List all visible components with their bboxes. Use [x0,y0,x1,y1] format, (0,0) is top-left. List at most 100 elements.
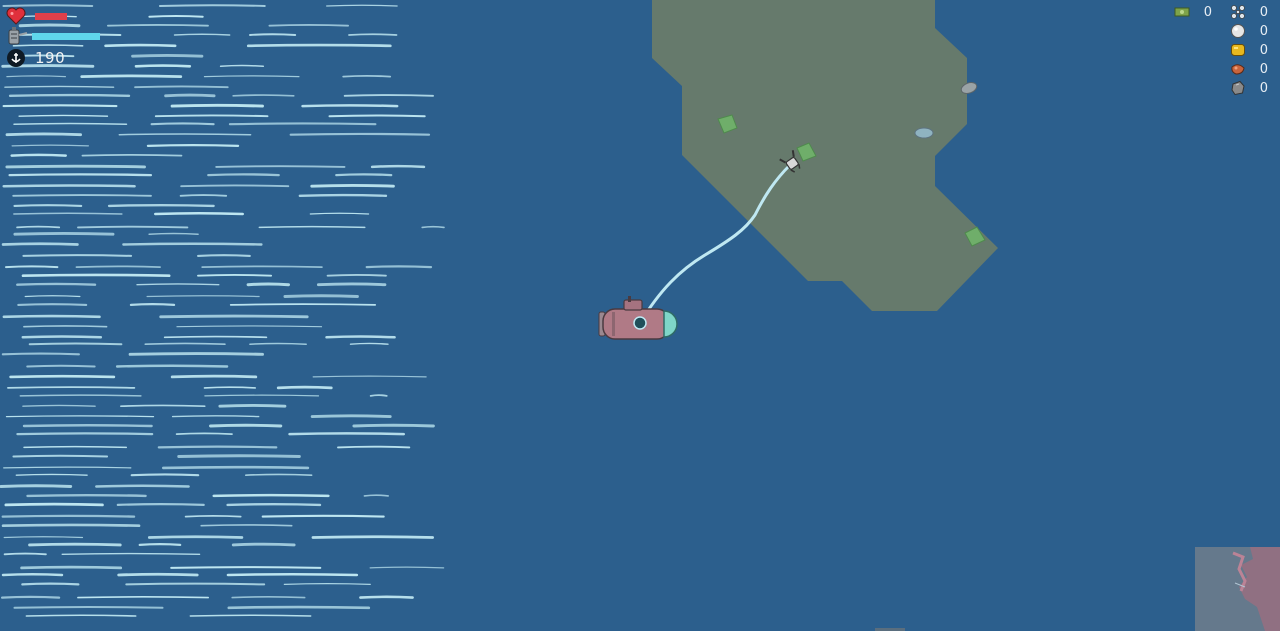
wave-streak [245,473,313,476]
wave-streak [12,194,152,197]
wave-streak [349,342,389,345]
health-bar-fill [35,12,67,20]
wave-streak [328,114,426,118]
wave-streak [61,552,201,555]
wave-streak [200,524,293,527]
wave-streak [1,352,80,356]
wave-streak [311,535,434,539]
wave-streak [164,93,216,98]
wave-streak [310,184,395,188]
wave-streak [0,595,61,599]
wave-streak [21,335,103,339]
oxygen-row [7,27,104,45]
wave-streak [226,502,322,507]
wave-streak [310,414,392,419]
health-row [6,7,75,25]
wave-streak [365,265,433,269]
wave-streak [3,552,47,556]
pearl-count: 0 [1259,23,1268,39]
wave-streak [116,503,205,506]
wave-streak [2,104,118,108]
wave-streak [80,74,183,78]
wave-streak [75,265,161,268]
wave-streak [261,514,385,518]
wave-streak [159,314,309,319]
wave-streak [203,386,256,389]
wave-streak [421,225,445,229]
wave-streak [138,543,182,546]
wave-streak [209,423,283,428]
wave-streak [231,596,306,599]
wave-streak [148,232,199,235]
wave-streak [8,93,131,97]
wave-streak [21,582,80,586]
wave-streak [7,386,136,389]
wave-streak [147,535,244,539]
scrap-count: 0 [1259,4,1268,20]
stone-count: 0 [1259,80,1268,96]
wave-streak [77,596,209,599]
wave-streak [298,193,388,197]
wave-streak [28,542,122,547]
wave-streak [219,64,265,68]
wave-streak [81,154,183,157]
wave-streak [144,342,226,346]
wave-streak [17,303,88,306]
wave-streak [246,43,392,48]
gold-count: 0 [1259,42,1268,58]
wave-streak [131,54,204,58]
wave-streak [179,194,228,197]
wave-streak [1,572,64,577]
wave-streak [21,273,171,277]
wave-streak [283,294,359,298]
wave-streak [268,24,349,27]
wave-streak [370,164,426,169]
wave-streak [359,595,414,599]
resource-scrap: 0 [1230,3,1268,21]
wave-streak [28,342,123,346]
wave-streak [197,274,273,277]
wave-streak [201,265,323,268]
game-viewport[interactable]: 190 0 0 0 0 0 0 [0,0,1280,631]
wave-streak [229,303,377,306]
wave-streak [148,14,204,18]
wave-streak [335,173,393,177]
depth-row: 190 [7,49,65,67]
cash-icon [1174,7,1190,17]
wave-streak [2,4,94,8]
wave-streak [207,173,280,177]
wave-streak [246,282,290,287]
wave-streak [25,614,137,617]
wave-streak [118,133,252,136]
resource-money: 0 [1174,3,1212,21]
wave-streak [184,515,242,518]
wave-streak [107,203,215,208]
wave-streak [16,225,61,229]
wave-streak [1,514,136,518]
minimap[interactable] [1195,547,1280,631]
wave-streak [212,493,330,498]
wave-streak [150,122,215,126]
copper-ore-icon [1231,64,1245,75]
money-count: 0 [1203,4,1212,20]
wave-streak [13,122,128,125]
wave-streak [22,254,133,257]
wave-streak [23,325,108,328]
wave-streak [4,502,104,507]
wave-streak [258,225,366,229]
wave-streak [26,493,147,498]
wave-streak [115,364,229,368]
wave-streak [175,432,233,435]
wave-streak [13,232,115,236]
wave-streak [26,364,96,368]
wave-streak [15,473,88,476]
wave-streak [6,75,67,78]
oxygen-bar [32,32,104,40]
wave-streak [136,283,220,286]
wave-streak [154,114,269,118]
wave-streak [13,212,123,215]
wave-streak [4,85,115,88]
wave-streak [0,484,73,488]
wave-streak [129,303,176,306]
wave-streak [301,104,399,108]
